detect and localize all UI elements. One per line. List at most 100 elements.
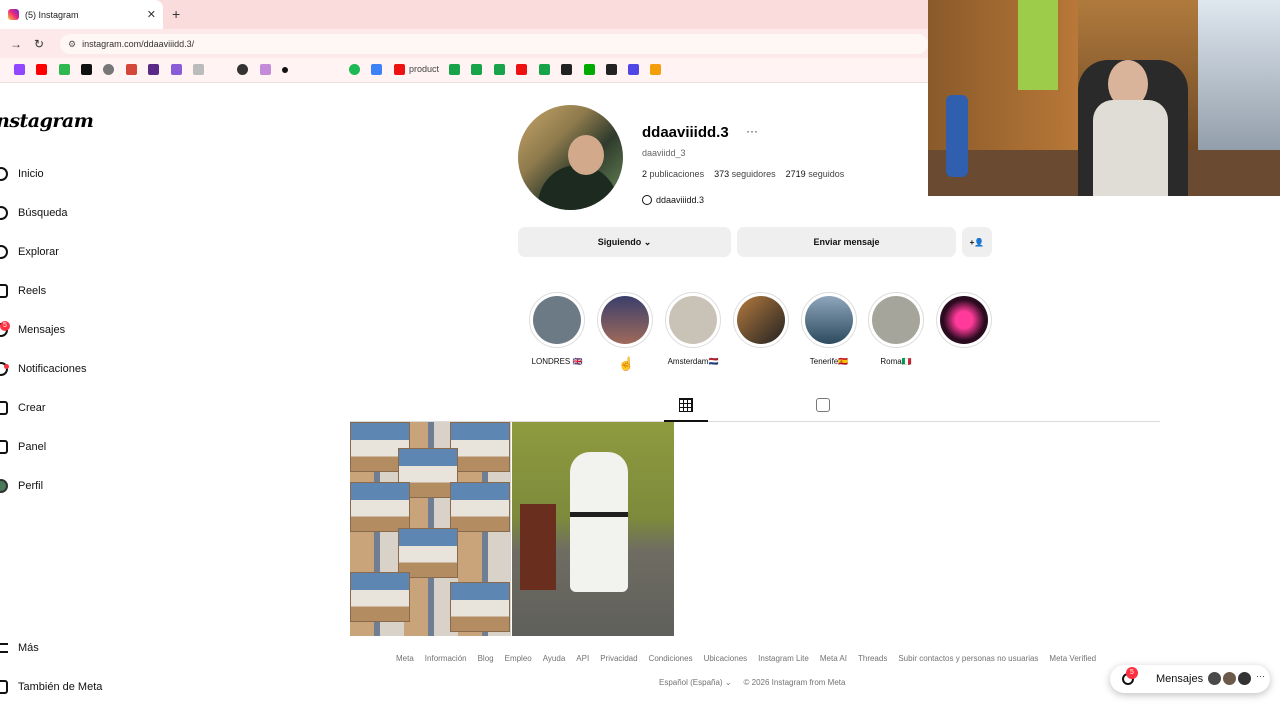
- followers-stat[interactable]: 373 seguidores: [714, 169, 776, 179]
- youtube-bookmark-icon[interactable]: [36, 64, 47, 75]
- openai-bookmark-icon[interactable]: [103, 64, 114, 75]
- post-photo-judoka: [570, 452, 628, 592]
- footer-link[interactable]: Meta AI: [820, 654, 847, 663]
- highlight-cover: [737, 296, 785, 344]
- sidebar-item-label: Crear: [18, 402, 46, 414]
- app-bookmark-icon[interactable]: [516, 64, 527, 75]
- collage-cell: [450, 582, 510, 632]
- app-bookmark-icon[interactable]: [260, 64, 271, 75]
- app-bookmark-icon[interactable]: [148, 64, 159, 75]
- posts-grid-tab-icon[interactable]: [679, 398, 693, 412]
- highlight-cover: [940, 296, 988, 344]
- highlight-roma[interactable]: [868, 292, 924, 348]
- highlight-4[interactable]: [733, 292, 789, 348]
- post-thumbnail-collage[interactable]: [350, 422, 511, 636]
- posts-label: publicaciones: [649, 169, 705, 179]
- webcam-green-wall: [1018, 0, 1058, 90]
- tagged-tab-icon[interactable]: [816, 398, 830, 412]
- avatar: [1222, 671, 1237, 686]
- mouse-cursor-icon: ☝: [618, 356, 635, 371]
- app-bookmark-icon[interactable]: [650, 64, 661, 75]
- highlight-cover: [669, 296, 717, 344]
- tiktok-bookmark-icon[interactable]: [81, 64, 92, 75]
- footer-link[interactable]: Privacidad: [600, 654, 637, 663]
- more-options-icon[interactable]: ···: [746, 124, 758, 138]
- footer-link[interactable]: Condiciones: [649, 654, 693, 663]
- following-button[interactable]: Siguiendo ⌄: [518, 227, 731, 257]
- highlight-7[interactable]: [936, 292, 992, 348]
- highlight-label: Amsterdam🇳🇱: [667, 357, 719, 366]
- highlight-2[interactable]: [597, 292, 653, 348]
- more-options-icon[interactable]: ···: [1256, 671, 1265, 681]
- sheets-bookmark-icon[interactable]: [539, 64, 550, 75]
- language-select[interactable]: Español (España) ⌄: [659, 678, 732, 687]
- posts-stat[interactable]: 2 publicaciones: [642, 169, 704, 179]
- app-bookmark-icon[interactable]: [171, 64, 182, 75]
- reload-icon[interactable]: ↻: [34, 37, 44, 51]
- app-bookmark-icon[interactable]: [59, 64, 70, 75]
- collage-cell: [350, 572, 410, 622]
- instagram-logo[interactable]: nstagram: [0, 110, 94, 132]
- bookmark-product[interactable]: product: [409, 64, 439, 74]
- highlight-londres[interactable]: [529, 292, 585, 348]
- plus-icon: [0, 401, 8, 415]
- threads-link[interactable]: ddaaviiidd.3: [642, 195, 704, 205]
- collage-cell: [450, 422, 510, 472]
- webcam-bottle: [946, 95, 968, 177]
- app-bookmark-icon[interactable]: [561, 64, 572, 75]
- tab-close-icon[interactable]: ✕: [147, 8, 156, 21]
- browser-tab[interactable]: (5) Instagram ✕: [0, 0, 163, 29]
- send-message-button[interactable]: Enviar mensaje: [737, 227, 956, 257]
- url-field[interactable]: ⚙ instagram.com/ddaaviiidd.3/: [60, 34, 928, 54]
- footer-link[interactable]: Subir contactos y personas no usuarias: [898, 654, 1038, 663]
- footer-link[interactable]: Blog: [478, 654, 494, 663]
- messages-pill-label: Mensajes: [1156, 673, 1204, 685]
- url-text: instagram.com/ddaaviiidd.3/: [82, 39, 195, 49]
- play-bookmark-icon[interactable]: [371, 64, 382, 75]
- spotify-bookmark-icon[interactable]: [349, 64, 360, 75]
- site-settings-icon[interactable]: ⚙: [68, 39, 76, 50]
- app-bookmark-icon[interactable]: [282, 67, 288, 73]
- sidebar-item-label: Notificaciones: [18, 363, 87, 375]
- sheets-bookmark-icon[interactable]: [449, 64, 460, 75]
- footer-link[interactable]: Meta Verified: [1049, 654, 1096, 663]
- app-bookmark-icon[interactable]: [193, 64, 204, 75]
- footer-link[interactable]: Ayuda: [543, 654, 566, 663]
- avatar: [1237, 671, 1252, 686]
- profile-avatar[interactable]: [518, 105, 623, 210]
- footer-link[interactable]: Threads: [858, 654, 887, 663]
- app-bookmark-icon[interactable]: [394, 64, 405, 75]
- copyright: © 2026 Instagram from Meta: [743, 678, 846, 687]
- gmail-bookmark-icon[interactable]: [126, 64, 137, 75]
- sheets-bookmark-icon[interactable]: [471, 64, 482, 75]
- compass-icon: [0, 245, 8, 259]
- posts-count: 2: [642, 169, 648, 179]
- twitch-bookmark-icon[interactable]: [14, 64, 25, 75]
- menu-icon: [0, 643, 8, 653]
- footer-link[interactable]: Información: [425, 654, 467, 663]
- footer-link[interactable]: Ubicaciones: [704, 654, 748, 663]
- highlight-amsterdam[interactable]: [665, 292, 721, 348]
- highlight-tenerife[interactable]: [801, 292, 857, 348]
- app-bookmark-icon[interactable]: [628, 64, 639, 75]
- tab-title: (5) Instagram: [25, 9, 79, 20]
- sidebar-item-label: Explorar: [18, 246, 59, 258]
- footer-link[interactable]: API: [576, 654, 589, 663]
- post-thumbnail-judo[interactable]: [512, 422, 674, 636]
- footer-link[interactable]: Empleo: [505, 654, 532, 663]
- collage-cell: [350, 482, 410, 532]
- following-stat[interactable]: 2719 seguidos: [786, 169, 845, 179]
- forward-icon[interactable]: →: [10, 37, 22, 51]
- app-bookmark-icon[interactable]: [584, 64, 595, 75]
- profile-stats: 2 publicaciones 373 seguidores 2719 segu…: [642, 169, 844, 179]
- footer-link[interactable]: Instagram Lite: [758, 654, 809, 663]
- footer-link[interactable]: Meta: [396, 654, 414, 663]
- sheets-bookmark-icon[interactable]: [494, 64, 505, 75]
- sidebar-item-label: También de Meta: [18, 681, 103, 693]
- whatsapp-bookmark-icon[interactable]: [237, 64, 248, 75]
- chart-icon: [0, 440, 8, 454]
- suggested-accounts-button[interactable]: +👤: [962, 227, 992, 257]
- app-bookmark-icon[interactable]: [606, 64, 617, 75]
- new-tab-icon[interactable]: +: [172, 6, 180, 22]
- followers-count: 373: [714, 169, 730, 179]
